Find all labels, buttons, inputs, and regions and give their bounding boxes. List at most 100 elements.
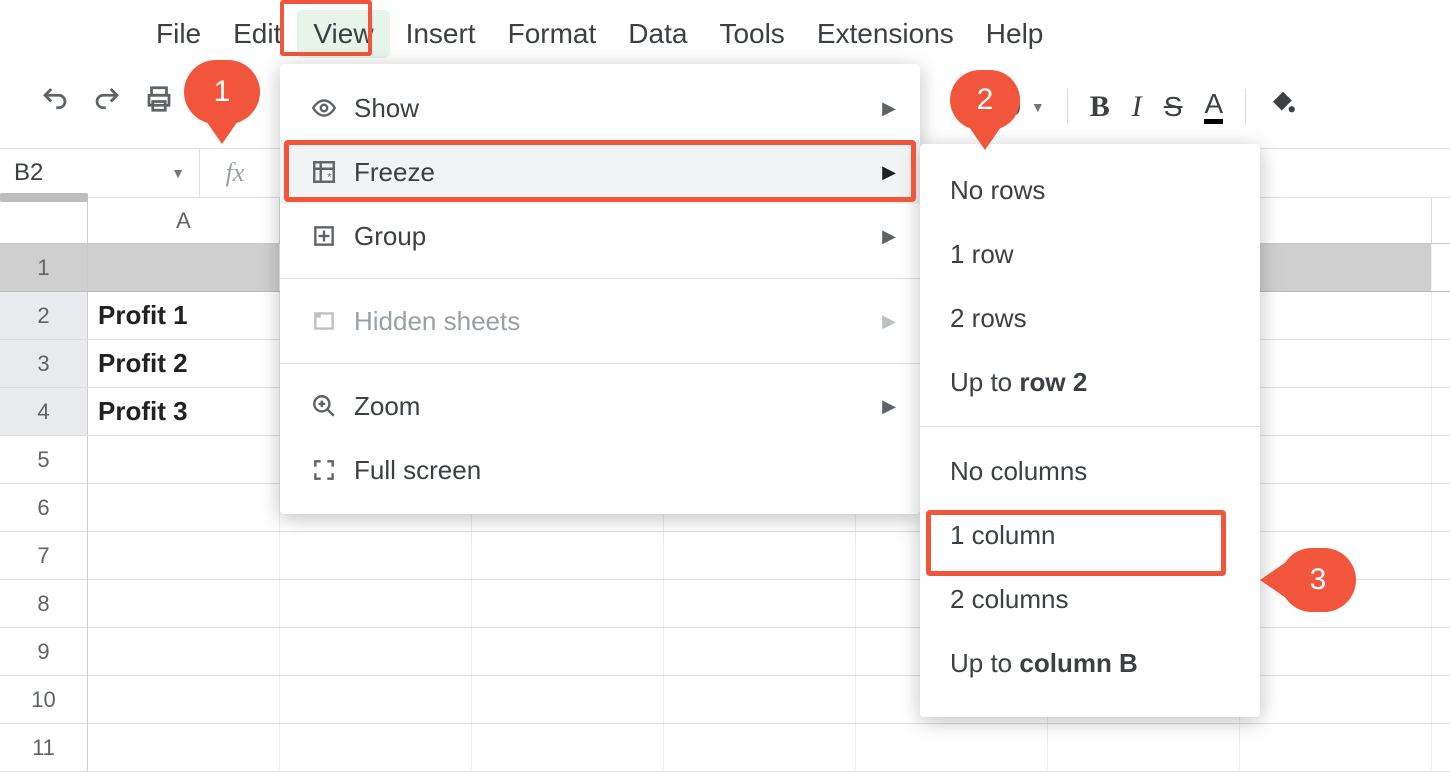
row-header-8[interactable]: 8 [0, 580, 88, 627]
cell-a1[interactable] [88, 244, 280, 291]
cell[interactable] [88, 484, 280, 531]
cell[interactable] [472, 676, 664, 723]
submenu-label: 1 column [950, 520, 1056, 551]
cell-a2[interactable]: Profit 1 [88, 292, 280, 339]
cell[interactable] [88, 628, 280, 675]
column-header-g[interactable] [1240, 198, 1432, 243]
annotation-badge-1: 1 [184, 60, 260, 124]
submenu-1-column[interactable]: 1 column [920, 503, 1260, 567]
italic-button[interactable]: I [1132, 90, 1142, 124]
menu-item-label: Zoom [354, 391, 420, 422]
submenu-label: 2 columns [950, 584, 1069, 615]
row-header-5[interactable]: 5 [0, 436, 88, 483]
cell[interactable] [88, 676, 280, 723]
cell[interactable] [856, 724, 1048, 771]
cell[interactable] [472, 532, 664, 579]
row-header-7[interactable]: 7 [0, 532, 88, 579]
row-header-2[interactable]: 2 [0, 292, 88, 339]
print-icon[interactable] [144, 84, 174, 114]
menu-insert[interactable]: Insert [390, 10, 492, 58]
cell[interactable] [1240, 388, 1432, 435]
select-all-corner[interactable] [0, 198, 88, 243]
cell[interactable] [472, 724, 664, 771]
menu-view[interactable]: View [297, 10, 389, 58]
sheet-icon [304, 308, 344, 334]
cell[interactable] [280, 724, 472, 771]
name-box[interactable]: B2 ▼ [0, 149, 200, 197]
menu-item-show[interactable]: Show ▶ [280, 76, 920, 140]
row-header-6[interactable]: 6 [0, 484, 88, 531]
cell[interactable] [664, 676, 856, 723]
cell[interactable] [280, 628, 472, 675]
menu-tools[interactable]: Tools [703, 10, 800, 58]
fill-color-icon[interactable] [1268, 88, 1298, 125]
cell[interactable] [1240, 292, 1432, 339]
row-header-9[interactable]: 9 [0, 628, 88, 675]
cell[interactable] [88, 724, 280, 771]
cell[interactable] [664, 532, 856, 579]
cell[interactable] [280, 676, 472, 723]
row-header-10[interactable]: 10 [0, 676, 88, 723]
menu-item-label: Freeze [354, 157, 435, 188]
cell-a3[interactable]: Profit 2 [88, 340, 280, 387]
cell[interactable] [1240, 484, 1432, 531]
toolbar-right: 10 ▼ B I S A [992, 88, 1298, 125]
cell[interactable] [280, 532, 472, 579]
group-icon [304, 223, 344, 249]
redo-icon[interactable] [92, 84, 122, 114]
cell[interactable] [1240, 628, 1432, 675]
column-header-a[interactable]: A [88, 198, 280, 243]
cell[interactable] [1240, 340, 1432, 387]
submenu-2-rows[interactable]: 2 rows [920, 286, 1260, 350]
chevron-down-icon: ▼ [171, 165, 185, 181]
submenu-1-row[interactable]: 1 row [920, 222, 1260, 286]
name-box-value: B2 [14, 159, 43, 187]
row-header-1[interactable]: 1 [0, 244, 88, 291]
menu-data[interactable]: Data [612, 10, 703, 58]
strikethrough-button[interactable]: S [1164, 91, 1183, 123]
cell[interactable] [1048, 724, 1240, 771]
submenu-up-to-column[interactable]: Up to column B [920, 631, 1260, 695]
eye-icon [304, 95, 344, 121]
menu-item-zoom[interactable]: Zoom ▶ [280, 374, 920, 438]
row-header-11[interactable]: 11 [0, 724, 88, 771]
cell[interactable] [664, 580, 856, 627]
undo-icon[interactable] [40, 84, 70, 114]
cell[interactable] [472, 580, 664, 627]
cell[interactable] [1240, 436, 1432, 483]
menu-edit[interactable]: Edit [217, 10, 297, 58]
submenu-label: 1 row [950, 239, 1014, 270]
cell[interactable] [664, 628, 856, 675]
cell[interactable] [664, 724, 856, 771]
menu-extensions[interactable]: Extensions [801, 10, 970, 58]
cell[interactable] [88, 532, 280, 579]
submenu-up-to-row[interactable]: Up to row 2 [920, 350, 1260, 414]
cell[interactable] [88, 580, 280, 627]
separator [280, 363, 920, 364]
text-color-button[interactable]: A [1204, 90, 1223, 124]
cell[interactable] [1240, 676, 1432, 723]
cell[interactable] [472, 628, 664, 675]
cell[interactable] [280, 580, 472, 627]
menu-item-label: Group [354, 221, 426, 252]
menu-help[interactable]: Help [970, 10, 1060, 58]
cell[interactable] [1240, 724, 1432, 771]
submenu-no-rows[interactable]: No rows [920, 158, 1260, 222]
menu-item-group[interactable]: Group ▶ [280, 204, 920, 268]
row-header-3[interactable]: 3 [0, 340, 88, 387]
menu-file[interactable]: File [140, 10, 217, 58]
cell[interactable] [88, 436, 280, 483]
submenu-2-columns[interactable]: 2 columns [920, 567, 1260, 631]
row-header-4[interactable]: 4 [0, 388, 88, 435]
submenu-label: No columns [950, 456, 1087, 487]
separator [280, 278, 920, 279]
menu-item-full-screen[interactable]: Full screen [280, 438, 920, 502]
cell-a4[interactable]: Profit 3 [88, 388, 280, 435]
freeze-handle[interactable] [0, 193, 88, 202]
bold-button[interactable]: B [1090, 90, 1110, 124]
submenu-label: 2 rows [950, 303, 1027, 334]
cell[interactable] [1240, 244, 1432, 291]
menu-item-freeze[interactable]: * Freeze ▶ [280, 140, 920, 204]
submenu-no-columns[interactable]: No columns [920, 439, 1260, 503]
menu-format[interactable]: Format [492, 10, 613, 58]
